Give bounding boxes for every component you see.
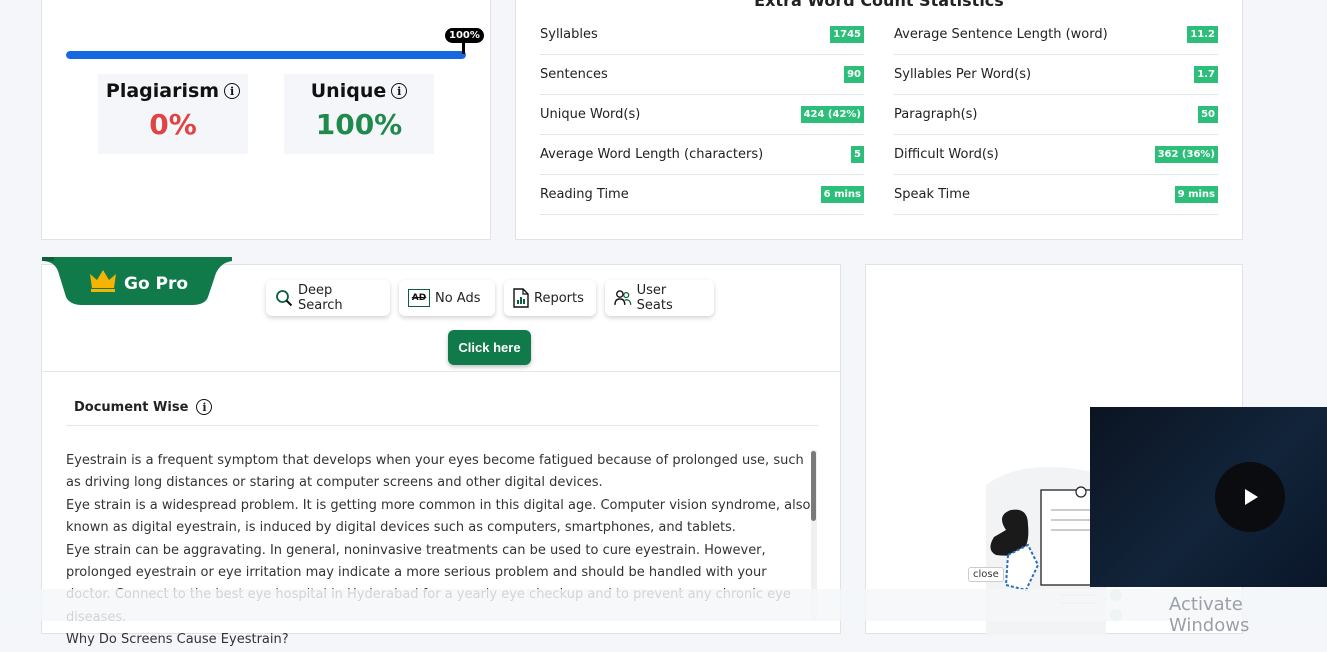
close-button[interactable]: close	[968, 567, 1004, 582]
stat-row: Average Word Length (characters) 5	[540, 135, 864, 175]
word-count-statistics-card: Extra Word Count Statistics Syllables 174…	[515, 0, 1243, 240]
go-pro-label: Go Pro	[124, 274, 189, 294]
stat-label: Speak Time	[894, 187, 970, 202]
progress-fill	[66, 51, 466, 59]
stat-row: Reading Time 6 mins	[540, 175, 864, 215]
document-card: Go Pro Deep Search AD No Ads Reports Use…	[41, 257, 841, 647]
user-seats-label: User Seats	[636, 283, 673, 313]
plagiarism-score-box: Plagiarism i 0%	[98, 74, 248, 154]
reports-button[interactable]: Reports	[504, 280, 596, 316]
stat-value-badge: 11.2	[1187, 26, 1218, 43]
progress-percent-badge: 100%	[445, 28, 484, 43]
stat-value-badge: 6 mins	[820, 186, 864, 203]
stat-value-badge: 9 mins	[1174, 186, 1218, 203]
bottom-fade-overlay	[0, 589, 1327, 621]
stats-title: Extra Word Count Statistics	[754, 0, 1004, 10]
plagiarism-value: 0%	[149, 108, 197, 141]
ad-icon: AD	[408, 289, 430, 307]
stat-row: Sentences 90	[540, 55, 864, 95]
stat-label: Average Sentence Length (word)	[894, 27, 1108, 42]
stat-row: Speak Time 9 mins	[894, 175, 1218, 215]
divider	[42, 371, 840, 372]
stat-label: Average Word Length (characters)	[540, 147, 764, 162]
document-paragraph: Eye strain is a widespread problem. It i…	[66, 497, 811, 536]
stat-value-badge: 1.7	[1194, 66, 1218, 83]
deep-search-label: Deep Search	[297, 283, 343, 313]
stat-value-badge: 362 (36%)	[1154, 146, 1218, 163]
reports-label: Reports	[534, 290, 584, 306]
divider	[66, 425, 818, 426]
no-ads-button[interactable]: AD No Ads	[399, 280, 495, 316]
stat-value-badge: 90	[844, 66, 864, 83]
document-paragraph: Why Do Screens Cause Eyestrain?	[66, 632, 289, 648]
stat-label: Paragraph(s)	[894, 107, 978, 122]
search-icon	[276, 290, 293, 307]
scrollbar-thumb[interactable]	[811, 451, 816, 521]
stat-value-badge: 5	[851, 146, 864, 163]
video-popup[interactable]	[1090, 407, 1327, 587]
stat-value-badge: 1745	[830, 26, 864, 43]
deep-search-button[interactable]: Deep Search	[266, 280, 390, 316]
stat-label: Syllables Per Word(s)	[894, 67, 1032, 82]
stat-row: Average Sentence Length (word) 11.2	[894, 15, 1218, 55]
stats-column-left: Syllables 1745 Sentences 90 Unique Word(s) 42…	[540, 15, 864, 215]
activate-windows-watermark: Activate Windows	[1169, 594, 1250, 636]
document-wise-label: Document Wise	[74, 399, 189, 415]
info-icon[interactable]: i	[391, 83, 408, 99]
info-icon[interactable]: i	[224, 83, 241, 99]
stat-value-badge: 424 (42%)	[800, 106, 864, 123]
user-seats-button[interactable]: User Seats	[605, 280, 714, 316]
report-icon	[513, 288, 529, 308]
stat-label: Unique Word(s)	[540, 107, 641, 122]
stat-label: Syllables	[540, 27, 598, 42]
stat-row: Syllables Per Word(s) 1.7	[894, 55, 1218, 95]
click-here-button[interactable]: Click here	[448, 330, 531, 365]
unique-value: 100%	[315, 108, 403, 141]
user-seats-icon	[614, 290, 632, 305]
plagiarism-result-card: 100% Plagiarism i 0% Unique i 100%	[41, 0, 491, 240]
document-paragraph: Eyestrain is a frequent symptom that dev…	[66, 453, 804, 491]
play-icon	[1245, 489, 1258, 505]
plagiarism-label: Plagiarism	[105, 80, 220, 102]
document-text: Eyestrain is a frequent symptom that dev…	[66, 450, 811, 652]
info-icon[interactable]: i	[196, 399, 213, 415]
no-ads-label: No Ads	[435, 290, 481, 306]
stat-value-badge: 50	[1198, 106, 1218, 123]
stat-label: Sentences	[540, 67, 608, 82]
play-button[interactable]	[1215, 462, 1285, 532]
progress-marker	[462, 42, 465, 54]
progress-bar	[66, 51, 466, 59]
stat-label: Difficult Word(s)	[894, 147, 999, 162]
stat-row: Syllables 1745	[540, 15, 864, 55]
stats-column-right: Average Sentence Length (word) 11.2 Syllab…	[894, 15, 1218, 215]
stat-row: Paragraph(s) 50	[894, 95, 1218, 135]
stat-row: Unique Word(s) 424 (42%)	[540, 95, 864, 135]
unique-score-box: Unique i 100%	[284, 74, 434, 154]
stat-label: Reading Time	[540, 187, 629, 202]
unique-label: Unique	[310, 80, 387, 102]
stat-row: Difficult Word(s) 362 (36%)	[894, 135, 1218, 175]
document-wise-heading: Document Wise i	[74, 399, 213, 415]
